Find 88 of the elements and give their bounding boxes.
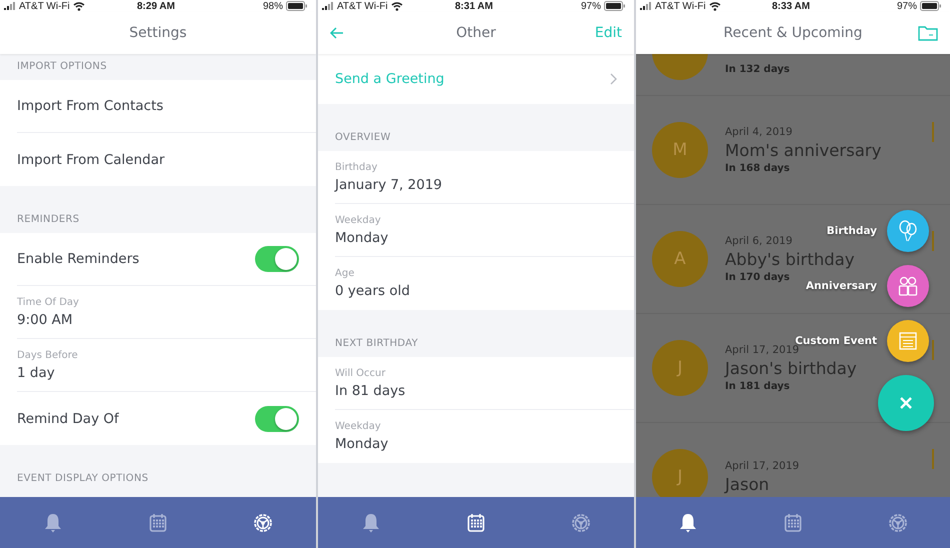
row-label: Send a Greeting — [335, 71, 444, 87]
battery-icon — [920, 1, 942, 11]
section-header: IMPORT OPTIONS — [17, 61, 107, 72]
bell-icon — [679, 512, 698, 532]
section-header: EVENT DISPLAY OPTIONS — [17, 473, 148, 484]
row-label: Import From Calendar — [17, 152, 165, 168]
toggle-switch[interactable] — [255, 246, 299, 272]
signal-icon — [322, 2, 334, 10]
avatar: J — [652, 340, 708, 396]
wifi-icon — [72, 2, 85, 10]
battery-icon — [286, 1, 308, 11]
status-time: 8:29 AM — [137, 0, 175, 12]
signal-icon — [640, 2, 652, 10]
event-countdown: In 168 days — [725, 163, 791, 174]
section-header: OVERVIEW — [335, 132, 391, 143]
marker-line — [932, 449, 934, 469]
wifi-icon — [708, 2, 721, 10]
field-value: Monday — [335, 230, 388, 246]
signal-icon — [4, 2, 16, 10]
close-icon — [899, 396, 913, 410]
field-label: Time Of Day — [17, 296, 79, 308]
marker-line — [932, 231, 934, 251]
balloons-icon — [898, 220, 918, 242]
event-countdown: In 170 days — [725, 272, 791, 283]
event-countdown: In 132 days — [725, 64, 790, 75]
calendar-list-icon — [898, 331, 918, 351]
gear-icon — [888, 512, 908, 532]
carrier-label: AT&T Wi-Fi — [655, 0, 706, 12]
field-value: January 7, 2019 — [335, 176, 442, 192]
event-countdown: In 181 days — [725, 381, 791, 392]
field-value: In 81 days — [335, 382, 406, 398]
bell-icon — [362, 512, 380, 532]
screen-title: Settings — [128, 25, 188, 41]
avatar: J — [652, 449, 708, 497]
status-time: 8:31 AM — [455, 0, 493, 12]
screen-title: Recent & Upcoming — [722, 25, 864, 41]
marker-line — [932, 340, 934, 360]
menu-label: Birthday — [826, 225, 877, 237]
event-name: Mom's anniversary — [725, 141, 882, 160]
screen-title: Other — [455, 25, 497, 41]
event-date: April 17, 2019 — [725, 460, 800, 472]
folder-icon — [918, 25, 938, 41]
calendar-icon — [784, 512, 802, 532]
gear-icon — [571, 512, 592, 532]
event-date: April 6, 2019 — [725, 235, 794, 247]
toggle-switch[interactable] — [255, 406, 299, 432]
event-name: Jason — [725, 475, 770, 494]
row-label: Remind Day Of — [17, 410, 119, 426]
event-name: Abby's birthday — [725, 250, 854, 269]
section-header: NEXT BIRTHDAY — [335, 338, 418, 349]
battery-icon — [604, 1, 626, 11]
field-value: 9:00 AM — [17, 312, 74, 328]
field-label: Weekday — [335, 214, 382, 226]
carrier-label: AT&T Wi-Fi — [337, 0, 388, 12]
avatar: M — [652, 122, 708, 178]
bell-icon — [44, 512, 62, 532]
event-name: Jason's birthday — [725, 359, 857, 378]
battery-percent: 98% — [262, 0, 283, 12]
event-date: April 17, 2019 — [725, 344, 800, 356]
field-value: 0 years old — [335, 283, 410, 299]
settings-row[interactable]: Import From Calendar — [17, 133, 316, 186]
calendar-icon — [466, 512, 485, 532]
status-time: 8:33 AM — [772, 0, 810, 12]
menu-label: Anniversary — [806, 280, 877, 292]
field-label: Weekday — [335, 421, 382, 432]
field-label: Days Before — [17, 350, 78, 360]
marker-line — [932, 122, 934, 142]
row-label: Enable Reminders — [17, 251, 140, 267]
field-label: Birthday — [335, 162, 378, 172]
field-label: Age — [335, 268, 356, 279]
row-label: Import From Contacts — [17, 98, 164, 114]
battery-percent: 97% — [896, 0, 917, 12]
chevron-icon — [610, 73, 617, 85]
menu-label: Custom Event — [795, 335, 877, 347]
battery-percent: 97% — [580, 0, 601, 12]
field-label: Will Occur — [335, 368, 386, 378]
settings-row[interactable]: Import From Contacts — [17, 80, 316, 133]
wifi-icon — [390, 2, 403, 10]
carrier-label: AT&T Wi-Fi — [19, 0, 70, 12]
calendar-icon — [148, 512, 167, 532]
section-header: REMINDERS — [17, 214, 80, 225]
field-value: 1 day — [17, 364, 56, 380]
event-date: April 4, 2019 — [725, 126, 794, 138]
back-arrow-icon — [330, 27, 344, 39]
couple-icon — [897, 276, 919, 296]
gear-icon — [253, 512, 274, 532]
avatar: A — [652, 231, 708, 287]
field-value: Monday — [335, 436, 388, 452]
